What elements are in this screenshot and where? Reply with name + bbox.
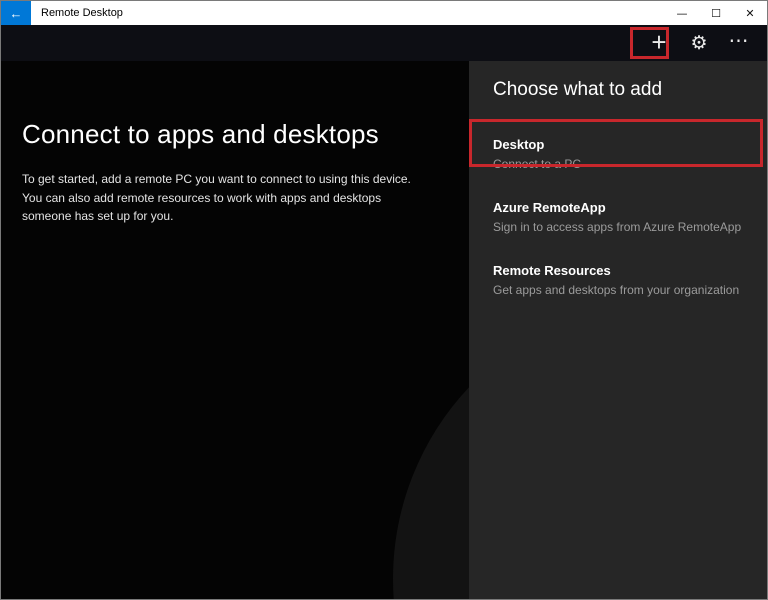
back-arrow-icon: ← (9, 5, 23, 21)
add-flyout-panel: Choose what to add Desktop Connect to a … (469, 61, 767, 599)
page-title: Connect to apps and desktops (22, 119, 379, 149)
more-button[interactable]: ⋯ (719, 26, 759, 60)
close-button[interactable]: ✕ (733, 1, 767, 25)
window-title: Remote Desktop (41, 7, 123, 19)
menu-item-description: Connect to a PC (493, 157, 582, 171)
close-icon: ✕ (745, 6, 755, 20)
back-button[interactable]: ← (1, 1, 31, 25)
maximize-icon: ☐ (711, 6, 721, 20)
plus-icon: + (651, 27, 667, 57)
menu-item-description: Get apps and desktops from your organiza… (493, 283, 740, 297)
add-button[interactable]: + (639, 26, 679, 60)
menu-item-label: Remote Resources (493, 263, 611, 278)
flyout-title: Choose what to add (493, 79, 663, 100)
window-controls: — ☐ ✕ (665, 1, 767, 25)
menu-item-azure-remoteapp[interactable]: Azure RemoteApp Sign in to access apps f… (493, 192, 757, 243)
settings-button[interactable]: ⚙ (679, 26, 719, 60)
connection-center-pane: Connect to apps and desktops To get star… (1, 61, 469, 599)
ellipsis-icon: ⋯ (728, 29, 750, 52)
empty-state-description: To get started, add a remote PC you want… (22, 172, 411, 224)
menu-item-desktop[interactable]: Desktop Connect to a PC (493, 129, 757, 180)
menu-item-label: Azure RemoteApp (493, 200, 606, 215)
gear-icon: ⚙ (690, 32, 708, 54)
decorative-circle (393, 299, 469, 599)
menu-item-description: Sign in to access apps from Azure Remote… (493, 220, 742, 234)
content-area: Connect to apps and desktops To get star… (1, 61, 767, 599)
minimize-icon: — (676, 6, 688, 20)
menu-item-label: Desktop (493, 137, 545, 152)
menu-item-remote-resources[interactable]: Remote Resources Get apps and desktops f… (493, 255, 757, 306)
remote-desktop-window: ← Remote Desktop — ☐ ✕ + ⚙ ⋯ Connect to … (0, 0, 768, 600)
command-bar: + ⚙ ⋯ (1, 25, 767, 61)
maximize-button[interactable]: ☐ (699, 1, 733, 25)
minimize-button[interactable]: — (665, 1, 699, 25)
titlebar: ← Remote Desktop — ☐ ✕ (1, 1, 767, 25)
